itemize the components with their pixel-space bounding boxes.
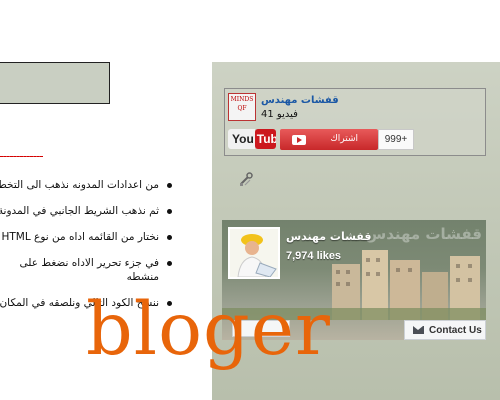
- youtube-logo-tube: Tube: [254, 129, 276, 149]
- envelope-icon: [413, 326, 424, 334]
- channel-thumb-text: MINDS QF: [230, 96, 254, 112]
- youtube-logo-you: You: [228, 129, 255, 149]
- edit-tool-icon[interactable]: [238, 172, 254, 188]
- video-count: 41 فيديو: [261, 109, 298, 120]
- separator-line: --------------: [0, 150, 44, 162]
- subscribe-button[interactable]: اشتراك: [280, 129, 378, 150]
- play-icon: [292, 135, 306, 145]
- channel-thumbnail[interactable]: MINDS QF: [228, 93, 256, 121]
- step-item: في جزء تحرير الاداه نضغط على منشطه: [0, 256, 175, 284]
- likes-count: 7,974 likes: [286, 250, 342, 262]
- subscribe-label: اشتراك: [330, 134, 358, 144]
- contact-us-label: Contact Us: [429, 325, 482, 336]
- step-item: ننسخ الكود التالي ونلصقه في المكان: [0, 296, 175, 310]
- step-item: نختار من القائمه اداه من نوع HTML: [0, 230, 175, 244]
- steps-list: من اعدادات المدونه نذهب الى التخطيط ثم ن…: [0, 178, 175, 322]
- youtube-widget: MINDS QF قفشات مهندس 41 فيديو You Tube ا…: [224, 88, 486, 156]
- channel-name-link[interactable]: قفشات مهندس: [261, 95, 339, 106]
- step-item: ثم نذهب الشريط الجانبي في المدونة: [0, 204, 175, 218]
- sidebar: MINDS QF قفشات مهندس 41 فيديو You Tube ا…: [212, 62, 500, 400]
- step-item: من اعدادات المدونه نذهب الى التخطيط: [0, 178, 175, 192]
- article-image: [0, 62, 110, 104]
- youtube-logo[interactable]: You Tube: [228, 129, 276, 149]
- facebook-page-widget: قفشات مهندس قفشات مهندس 7,974 likes Cont…: [222, 220, 486, 340]
- contact-us-button[interactable]: Contact Us: [404, 320, 486, 340]
- subscriber-count: 999+: [378, 129, 414, 150]
- article-area: -------------- من اعدادات المدونه نذهب ا…: [0, 0, 212, 400]
- cover-title: قفشات مهندس: [365, 225, 482, 243]
- page-profile-picture[interactable]: [228, 227, 280, 279]
- page-name-link[interactable]: قفشات مهندس: [286, 230, 371, 243]
- like-page-button[interactable]: [232, 320, 290, 337]
